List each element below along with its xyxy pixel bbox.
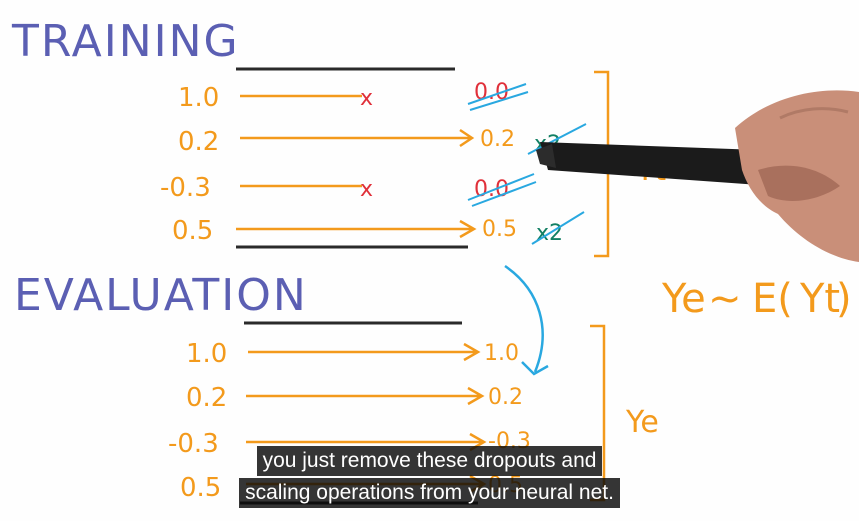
dropout-mark-2: x [360,177,373,202]
presenter-hand [536,90,859,262]
training-output-4: 0.5 [482,217,517,242]
expectation-func: E( [752,276,793,322]
expectation-left: Ye [661,276,706,322]
caption-line-1: you just remove these dropouts and [256,446,603,476]
training-output-2: 0.2 [480,127,515,152]
evaluation-title: EVALUATION [14,270,308,321]
evaluation-output-2: 0.2 [488,385,523,410]
evaluation-output-1: 1.0 [484,341,519,366]
evaluation-input-1: 1.0 [186,339,227,369]
evaluation-arrow-2 [246,386,485,406]
evaluation-bracket-label: Ye [625,405,659,440]
dropout-mark-1: x [360,86,373,111]
training-arrow-4 [236,219,477,239]
caption-line-2: scaling operations from your neural net. [239,478,620,508]
training-arrow-2 [240,128,475,148]
evaluation-arrow-1 [248,342,481,362]
expectation-arg: Yt [799,276,840,322]
evaluation-input-2: 0.2 [186,383,227,413]
training-input-4: 0.5 [172,216,213,246]
training-input-1: 1.0 [178,83,219,113]
expectation-close: ) [836,276,852,322]
training-input-2: 0.2 [178,127,219,157]
caption-box: you just remove these dropouts and scali… [0,446,859,510]
expectation-tilde: ~ [708,276,742,322]
training-input-3: -0.3 [160,173,211,203]
video-frame: TRAINING 1.0 0.2 -0.3 0.5 x x 0.0 0.2 0.… [0,0,859,521]
whiteboard: TRAINING 1.0 0.2 -0.3 0.5 x x 0.0 0.2 0.… [11,16,859,505]
training-title: TRAINING [11,16,240,67]
